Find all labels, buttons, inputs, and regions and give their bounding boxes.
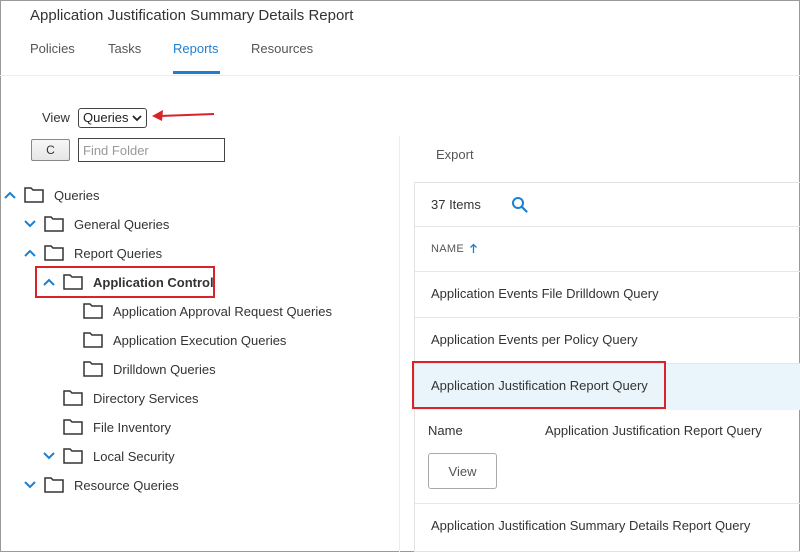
- folder-icon: [83, 303, 103, 319]
- row-divider: [415, 226, 800, 227]
- folder-icon: [63, 419, 83, 435]
- tab-resources[interactable]: Resources: [251, 41, 313, 56]
- tab-divider: [0, 75, 800, 76]
- find-folder-input[interactable]: [78, 138, 225, 162]
- tree-item-application-execution-queries[interactable]: Application Execution Queries: [83, 331, 303, 353]
- tree-item-label: File Inventory: [93, 420, 172, 435]
- tree-item-general-queries[interactable]: General Queries: [24, 215, 184, 237]
- detail-name-label: Name: [428, 423, 463, 438]
- export-button[interactable]: Export: [436, 147, 474, 162]
- tree-item-label: Application Approval Request Queries: [113, 304, 332, 319]
- search-icon[interactable]: [511, 196, 528, 213]
- chevron-up-icon: [24, 249, 36, 257]
- chevron-down-icon: [132, 115, 142, 122]
- tab-reports[interactable]: Reports: [173, 41, 219, 56]
- row-divider: [415, 271, 800, 272]
- row-divider: [415, 503, 800, 504]
- chevron-up-icon: [43, 278, 55, 286]
- tree-item-label: General Queries: [74, 217, 170, 232]
- column-header-name[interactable]: NAME: [431, 243, 464, 255]
- tree-item-local-security[interactable]: Local Security: [43, 447, 193, 469]
- chevron-down-icon: [24, 220, 36, 228]
- tree-item-application-approval-request-queries[interactable]: Application Approval Request Queries: [83, 302, 343, 324]
- tree-item-label: Resource Queries: [74, 478, 179, 493]
- chevron-down-icon: [24, 481, 36, 489]
- refresh-button[interactable]: C: [31, 139, 70, 161]
- tree-item-label: Application Control: [93, 275, 214, 290]
- row-divider: [415, 317, 800, 318]
- tree-item-label: Drilldown Queries: [113, 362, 216, 377]
- folder-icon: [83, 361, 103, 377]
- list-item[interactable]: Application Justification Summary Detail…: [431, 518, 750, 533]
- folder-icon: [63, 390, 83, 406]
- list-item-selected[interactable]: Application Justification Report Query: [431, 378, 648, 393]
- tree-item-queries[interactable]: Queries: [4, 186, 124, 208]
- tree-item-label: Application Execution Queries: [113, 333, 287, 348]
- folder-icon: [44, 216, 64, 232]
- folder-icon: [83, 332, 103, 348]
- view-button[interactable]: View: [428, 453, 497, 489]
- chevron-down-icon: [43, 452, 55, 460]
- tree-item-label: Local Security: [93, 449, 175, 464]
- tree-item-application-control[interactable]: Application Control: [43, 273, 214, 295]
- folder-icon: [63, 274, 83, 290]
- tree-item-resource-queries[interactable]: Resource Queries: [24, 476, 214, 498]
- tree-item-label: Directory Services: [93, 391, 199, 406]
- folder-icon: [24, 187, 44, 203]
- tree-item-file-inventory[interactable]: File Inventory: [63, 418, 213, 440]
- panel-divider: [399, 136, 400, 552]
- tree-item-drilldown-queries[interactable]: Drilldown Queries: [83, 360, 233, 382]
- tab-policies[interactable]: Policies: [30, 41, 75, 56]
- tab-bar: Policies Tasks Reports Resources: [0, 36, 370, 76]
- list-item[interactable]: Application Events File Drilldown Query: [431, 286, 659, 301]
- folder-icon: [44, 245, 64, 261]
- active-tab-indicator: [173, 71, 220, 74]
- tree-item-label: Report Queries: [74, 246, 163, 261]
- folder-icon: [44, 477, 64, 493]
- view-dropdown[interactable]: Queries: [78, 108, 147, 128]
- list-item[interactable]: Application Events per Policy Query: [431, 332, 638, 347]
- view-label: View: [42, 110, 70, 125]
- tree-item-directory-services[interactable]: Directory Services: [63, 389, 223, 411]
- page-title: Application Justification Summary Detail…: [30, 7, 354, 24]
- refresh-icon: C: [46, 143, 55, 157]
- folder-icon: [63, 448, 83, 464]
- tree-item-label: Queries: [54, 188, 100, 203]
- detail-name-value: Application Justification Report Query: [545, 423, 762, 438]
- sort-ascending-icon[interactable]: [469, 243, 478, 254]
- tab-tasks[interactable]: Tasks: [108, 41, 141, 56]
- annotation-arrow-icon: [152, 110, 215, 121]
- tree-item-report-queries[interactable]: Report Queries: [24, 244, 184, 266]
- items-count: 37 Items: [431, 197, 481, 212]
- view-dropdown-value: Queries: [83, 110, 129, 125]
- chevron-up-icon: [4, 191, 16, 199]
